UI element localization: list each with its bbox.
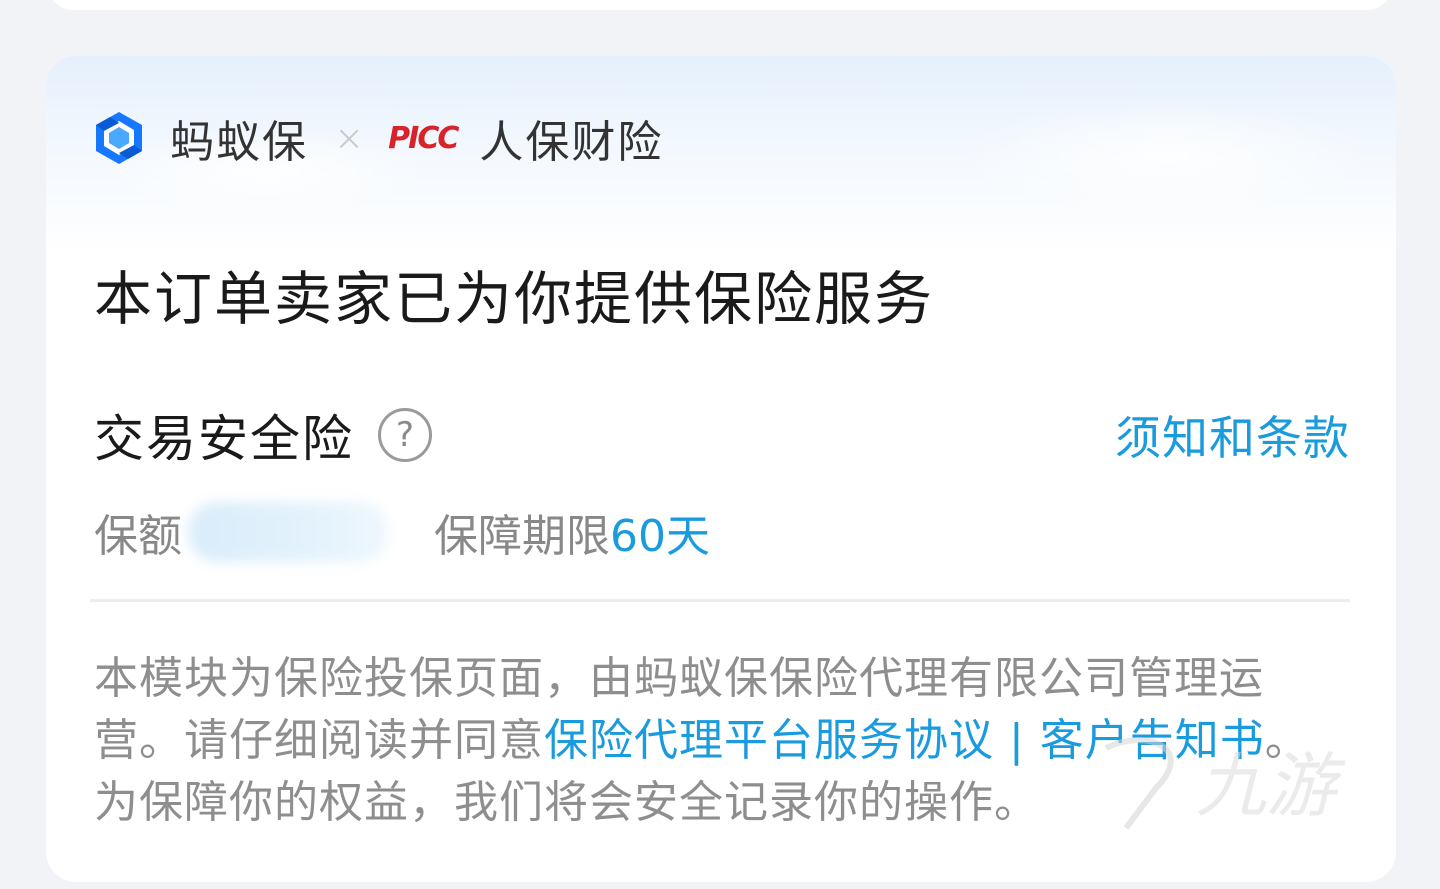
platform-name: 蚂蚁保	[170, 117, 308, 168]
terms-link[interactable]: 须知和条款	[1115, 402, 1350, 468]
divider	[90, 599, 1350, 602]
previous-card	[48, 0, 1392, 10]
period-value: 60天	[610, 511, 710, 562]
coverage-amount-redacted	[188, 502, 388, 562]
watermark-text: 九游	[1196, 745, 1346, 827]
page: 蚂蚁保 × PICC 人保财险 本订单卖家已为你提供保险服务 交易安全险 ? 须…	[0, 0, 1440, 889]
picc-logo: PICC	[388, 120, 459, 156]
link-separator: |	[994, 715, 1040, 766]
product-row: 交易安全险 ? 须知和条款	[94, 402, 1350, 468]
brand-separator: ×	[334, 117, 365, 159]
ant-insurance-logo-icon	[96, 112, 142, 164]
watermark-swoosh	[1104, 737, 1174, 830]
brand-row: 蚂蚁保 × PICC 人保财险	[90, 110, 663, 168]
coverage-row: 保额 保障期限 60天	[94, 502, 710, 562]
watermark: 九游	[1104, 737, 1346, 830]
question-circle-icon[interactable]: ?	[378, 408, 432, 462]
insurance-card: 蚂蚁保 × PICC 人保财险 本订单卖家已为你提供保险服务 交易安全险 ? 须…	[46, 56, 1396, 882]
insurer-name: 人保财险	[479, 117, 664, 168]
period-label: 保障期限	[434, 511, 610, 562]
coverage-label: 保额	[94, 511, 182, 562]
product-name: 交易安全险	[94, 410, 354, 468]
service-agreement-link[interactable]: 保险代理平台服务协议	[544, 715, 994, 766]
page-title: 本订单卖家已为你提供保险服务	[94, 265, 935, 333]
